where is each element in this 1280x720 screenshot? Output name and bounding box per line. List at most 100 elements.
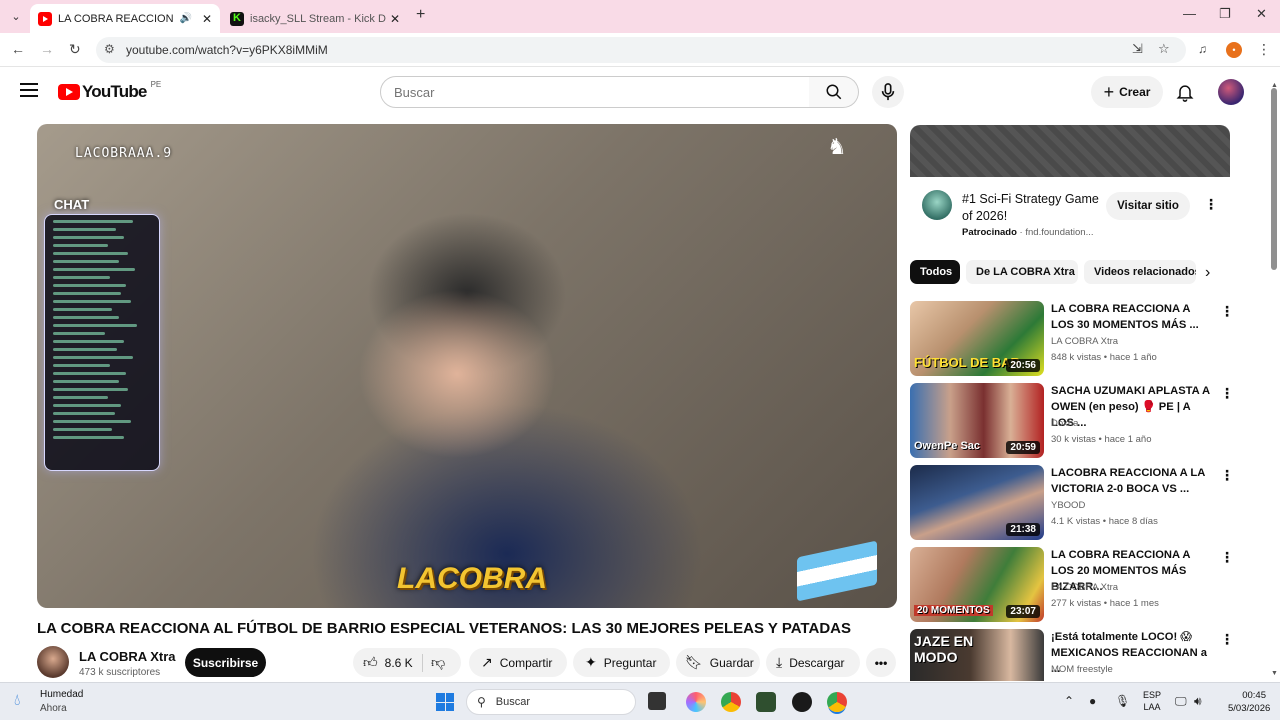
site-info-icon[interactable]: ⚙ [104, 42, 115, 56]
more-vert-icon[interactable]: ⋮ [1204, 196, 1218, 213]
scroll-down-icon[interactable]: ▼ [1271, 670, 1278, 677]
more-vert-icon[interactable]: ⋮ [1220, 549, 1234, 566]
search-input[interactable] [381, 77, 809, 107]
scrollbar-thumb[interactable] [1271, 88, 1277, 270]
chrome-active-icon[interactable] [827, 692, 847, 712]
speaker-icon[interactable]: 🔊 [179, 13, 191, 24]
voice-search-button[interactable] [872, 76, 904, 108]
chip-related[interactable]: Videos relacionados [1084, 260, 1196, 284]
ask-button[interactable]: ✦ Preguntar [573, 648, 670, 677]
channel-name[interactable]: LA COBRA Xtra [1051, 336, 1118, 347]
weather-subtitle[interactable]: Ahora [40, 703, 67, 714]
humidity-icon[interactable]: 💧︎ [14, 692, 20, 710]
search-button[interactable] [809, 76, 859, 108]
network-icon[interactable]: 🖵︎ [1175, 694, 1187, 709]
tray-app-icon[interactable]: ● [1089, 694, 1096, 708]
recommendation-item[interactable]: FÚTBOL DE BAR 20:56 LA COBRA REACCIONA A… [910, 301, 1234, 377]
forward-icon[interactable]: → [40, 41, 54, 57]
create-button[interactable]: + Crear [1091, 76, 1163, 108]
system-clock[interactable]: 00:45 5/03/2026 [1228, 689, 1270, 715]
keyboard-layout: LAA [1143, 702, 1161, 712]
microphone-tray-icon[interactable]: 🎙︎ [1115, 694, 1130, 708]
tray-overflow-icon[interactable]: ⌃ [1064, 694, 1074, 708]
download-icon: ⤓ [776, 654, 783, 670]
video-thumbnail[interactable]: JAZE EN MODO [910, 629, 1044, 681]
app-icon[interactable] [756, 692, 776, 712]
new-tab-icon[interactable]: + [416, 6, 425, 24]
minimize-icon[interactable]: — [1183, 6, 1196, 21]
download-button[interactable]: ⤓ Descargar [766, 648, 860, 677]
more-vert-icon[interactable]: ⋮ [1220, 385, 1234, 402]
task-view-icon[interactable] [648, 692, 666, 710]
back-icon[interactable]: ← [11, 41, 25, 57]
ad-card[interactable]: #1 Sci-Fi Strategy Game of 2026! Patroci… [910, 177, 1230, 253]
youtube-logo[interactable]: YouTube PE [58, 80, 161, 102]
channel-name[interactable]: MOM freestyle [1051, 664, 1113, 675]
visit-site-button[interactable]: Visitar sitio [1106, 192, 1190, 220]
recommendation-item[interactable]: 20 MOMENTOS 23:07 LA COBRA REACCIONA A L… [910, 547, 1234, 623]
language-code: ESP [1143, 690, 1162, 700]
more-actions-button[interactable]: ••• [866, 648, 896, 677]
recommendation-item[interactable]: JAZE EN MODO ¡Está totalmente LOCO! 😱 ME… [910, 629, 1230, 681]
video-title[interactable]: LA COBRA REACCIONA A LOS 30 MOMENTOS MÁS… [1051, 301, 1216, 333]
chat-overlay [44, 214, 160, 471]
ad-title[interactable]: #1 Sci-Fi Strategy Game of 2026! [962, 191, 1102, 225]
page-scrollbar[interactable]: ▲ ▼ [1268, 68, 1280, 682]
input-language[interactable]: ESP LAA [1143, 689, 1161, 713]
chip-all[interactable]: Todos [910, 260, 960, 284]
url-text[interactable]: youtube.com/watch?v=y6PKX8iMMiM [126, 43, 328, 57]
share-button[interactable]: ↗ Compartir [469, 648, 567, 677]
taskbar-search[interactable]: ⚲ Buscar [466, 689, 636, 715]
ad-banner-image[interactable] [910, 125, 1230, 177]
more-vert-icon[interactable]: ⋮ [1220, 631, 1230, 648]
tab-search-icon[interactable]: ⌄ [6, 6, 26, 26]
maximize-icon[interactable]: ❐ [1219, 6, 1231, 22]
channel-name[interactable]: YBOOD [1051, 500, 1085, 511]
chip-channel[interactable]: De LA COBRA Xtra [966, 260, 1078, 284]
chevron-right-icon[interactable]: › [1205, 264, 1210, 282]
channel-name[interactable]: LA COBRA Xtra [1051, 582, 1118, 593]
bookmark-star-icon[interactable]: ☆ [1158, 41, 1170, 57]
copilot-icon[interactable] [686, 692, 706, 712]
video-thumbnail[interactable]: FÚTBOL DE BAR 20:56 [910, 301, 1044, 376]
close-window-icon[interactable]: ✕ [1256, 6, 1267, 22]
close-tab-icon[interactable]: ✕ [390, 12, 400, 26]
reload-icon[interactable]: ↻ [69, 41, 81, 58]
weather-title[interactable]: Humedad [40, 689, 83, 700]
tab-kick[interactable]: isacky_SLL Stream - Kick Dashboard ✕ [222, 4, 408, 33]
search-box[interactable] [380, 76, 810, 108]
menu-icon[interactable] [20, 83, 38, 97]
media-control-icon[interactable]: ♫ [1198, 42, 1207, 56]
video-player[interactable]: LACOBRAAA.9 CHAT ♞ LACOBRA [37, 124, 897, 608]
thumbnail-text: 20 MOMENTOS [914, 605, 993, 616]
obs-icon[interactable] [792, 692, 812, 712]
video-title[interactable]: LACOBRA REACCIONA A LA VICTORIA 2-0 BOCA… [1051, 465, 1216, 497]
browser-menu-icon[interactable]: ⋮ [1257, 41, 1271, 58]
create-label: Crear [1119, 85, 1151, 99]
chrome-icon[interactable] [721, 692, 741, 712]
user-avatar[interactable] [1218, 79, 1244, 105]
subscribe-button[interactable]: Suscribirse [185, 648, 266, 677]
video-thumbnail[interactable]: 21:38 [910, 465, 1044, 540]
channel-name[interactable]: LA COBRA Xtra [79, 649, 176, 664]
notifications-bell-icon[interactable] [1175, 82, 1195, 102]
thumbnail-text: OwenPe Sac [914, 440, 981, 452]
more-vert-icon[interactable]: ⋮ [1220, 467, 1234, 484]
more-vert-icon[interactable]: ⋮ [1220, 303, 1234, 320]
channel-name[interactable]: Doxha [1051, 418, 1078, 429]
close-tab-icon[interactable]: ✕ [202, 12, 212, 26]
volume-icon[interactable]: 🔊︎ [1194, 694, 1202, 709]
video-thumbnail[interactable]: OwenPe Sac 20:59 [910, 383, 1044, 458]
save-button[interactable]: 🔖︎ Guardar [676, 648, 760, 677]
windows-start-icon[interactable] [436, 693, 454, 711]
dislike-button[interactable]: 👎︎ [423, 654, 445, 671]
recommendation-item[interactable]: 21:38 LACOBRA REACCIONA A LA VICTORIA 2-… [910, 465, 1234, 541]
channel-avatar[interactable] [37, 646, 69, 678]
like-button[interactable]: 👍︎ 8.6 K [353, 653, 423, 672]
install-app-icon[interactable]: ⇲ [1132, 41, 1143, 57]
recommendation-item[interactable]: OwenPe Sac 20:59 SACHA UZUMAKI APLASTA A… [910, 383, 1234, 459]
video-thumbnail[interactable]: 20 MOMENTOS 23:07 [910, 547, 1044, 622]
tab-youtube[interactable]: LA COBRA REACCIONA AL FÚTBOL 🔊 ✕ [30, 4, 220, 33]
address-bar[interactable]: ⚙ youtube.com/watch?v=y6PKX8iMMiM ⇲ ☆ [96, 37, 1186, 63]
browser-profile-avatar[interactable]: • [1226, 42, 1242, 58]
